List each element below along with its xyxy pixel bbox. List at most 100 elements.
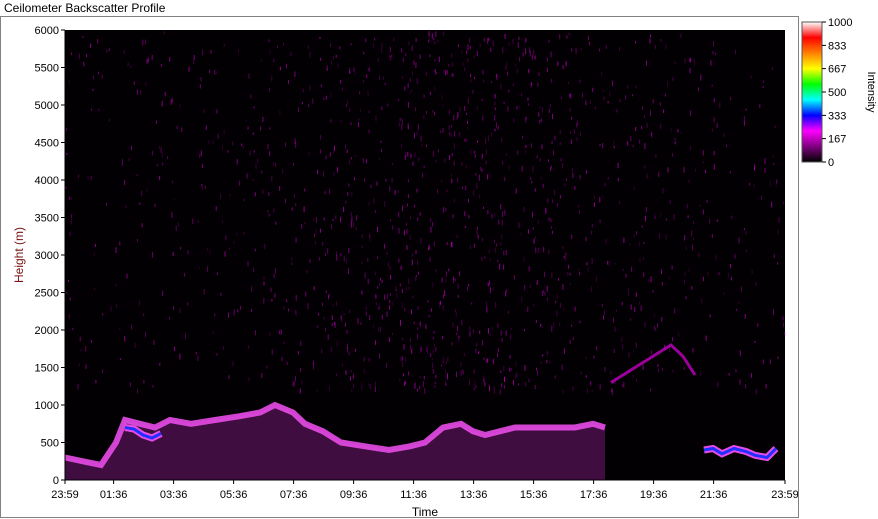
noise-speck	[337, 63, 339, 68]
noise-speck	[389, 266, 391, 271]
noise-speck	[571, 168, 573, 172]
noise-speck	[433, 344, 435, 347]
noise-speck	[236, 159, 238, 165]
noise-speck	[546, 350, 548, 356]
noise-speck	[248, 377, 250, 382]
noise-speck	[684, 58, 686, 64]
noise-speck	[650, 276, 652, 283]
noise-speck	[537, 82, 539, 87]
noise-speck	[650, 110, 651, 117]
noise-speck	[625, 273, 627, 278]
noise-speck	[241, 143, 243, 147]
noise-speck	[455, 312, 457, 318]
noise-speck	[324, 191, 326, 195]
noise-speck	[599, 48, 600, 52]
noise-speck	[500, 330, 502, 336]
noise-speck	[533, 238, 535, 244]
noise-speck	[401, 124, 403, 130]
noise-speck	[551, 141, 553, 144]
noise-speck	[328, 386, 330, 392]
noise-speck	[671, 265, 673, 270]
noise-speck	[364, 272, 366, 279]
noise-speck	[125, 205, 127, 208]
noise-speck	[672, 369, 674, 373]
noise-speck	[594, 106, 596, 109]
noise-speck	[260, 126, 262, 131]
noise-speck	[653, 325, 655, 330]
noise-speck	[565, 254, 567, 261]
noise-speck	[187, 250, 189, 255]
noise-speck	[516, 69, 518, 73]
noise-speck	[723, 133, 725, 138]
x-tick-label: 21:36	[700, 489, 728, 501]
noise-speck	[535, 236, 536, 239]
noise-speck	[448, 109, 450, 114]
noise-speck	[448, 125, 450, 131]
noise-speck	[660, 124, 662, 129]
noise-speck	[562, 64, 564, 70]
noise-speck	[434, 381, 436, 385]
noise-speck	[483, 375, 485, 378]
noise-speck	[533, 304, 535, 307]
noise-speck	[85, 364, 87, 369]
noise-speck	[412, 253, 413, 257]
noise-speck	[212, 139, 214, 145]
y-tick-label: 5000	[35, 100, 59, 112]
noise-speck	[609, 91, 611, 97]
noise-speck	[644, 321, 646, 328]
noise-speck	[554, 135, 556, 141]
noise-speck	[572, 337, 574, 340]
noise-speck	[408, 278, 410, 285]
noise-speck	[532, 211, 533, 218]
noise-speck	[540, 118, 542, 122]
noise-speck	[159, 146, 160, 150]
noise-speck	[528, 378, 530, 383]
noise-speck	[494, 212, 496, 218]
noise-speck	[340, 253, 342, 257]
noise-speck	[501, 234, 503, 240]
noise-speck	[544, 271, 545, 277]
noise-speck	[643, 115, 645, 118]
noise-speck	[604, 183, 606, 187]
noise-speck	[397, 190, 399, 193]
noise-speck	[274, 293, 276, 298]
noise-speck	[170, 99, 172, 105]
noise-speck	[502, 211, 504, 218]
noise-speck	[236, 232, 238, 236]
noise-speck	[416, 78, 418, 84]
noise-speck	[539, 158, 541, 162]
noise-speck	[783, 201, 784, 204]
noise-speck	[292, 162, 294, 166]
noise-speck	[407, 82, 409, 88]
noise-speck	[345, 370, 347, 376]
noise-speck	[457, 295, 459, 298]
noise-speck	[559, 34, 561, 40]
noise-speck	[467, 97, 469, 104]
noise-speck	[93, 252, 95, 257]
noise-speck	[363, 51, 365, 55]
noise-speck	[252, 132, 254, 135]
noise-speck	[402, 57, 404, 63]
noise-speck	[487, 38, 489, 44]
noise-speck	[389, 293, 391, 296]
noise-speck	[257, 158, 259, 164]
noise-speck	[492, 327, 493, 330]
noise-speck	[550, 218, 552, 223]
noise-speck	[361, 290, 363, 295]
noise-speck	[503, 264, 505, 270]
noise-speck	[510, 327, 512, 330]
noise-speck	[432, 336, 434, 340]
noise-speck	[711, 128, 713, 132]
noise-speck	[670, 128, 672, 132]
noise-speck	[404, 380, 406, 385]
noise-speck	[318, 257, 320, 261]
noise-speck	[331, 315, 333, 321]
noise-speck	[508, 310, 509, 314]
noise-speck	[552, 199, 554, 203]
noise-speck	[301, 102, 303, 105]
noise-speck	[368, 67, 370, 73]
noise-speck	[408, 286, 410, 290]
noise-speck	[447, 357, 449, 362]
noise-speck	[327, 248, 329, 254]
noise-speck	[401, 289, 403, 293]
